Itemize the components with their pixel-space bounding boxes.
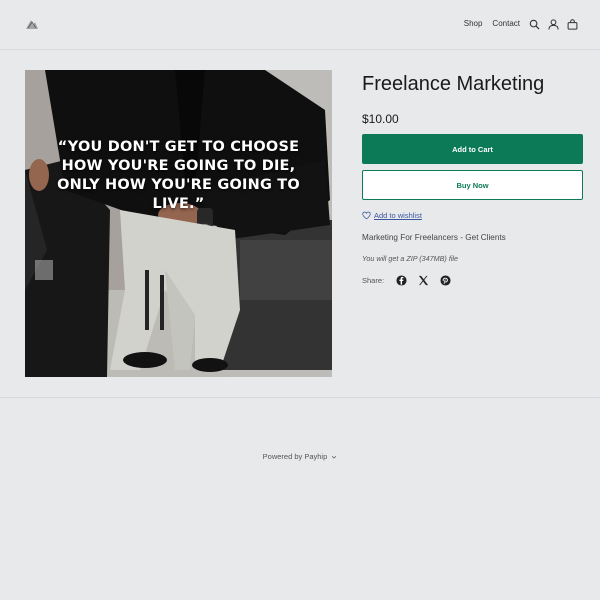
site-header: Shop Contact	[0, 0, 600, 50]
share-label: Share:	[362, 276, 385, 285]
account-icon[interactable]	[548, 17, 559, 30]
add-to-wishlist-link[interactable]: Add to wishlist	[362, 211, 584, 220]
add-to-cart-button[interactable]: Add to Cart	[362, 134, 583, 164]
product-description: Marketing For Freelancers - Get Clients	[362, 233, 506, 242]
product-title: Freelance Marketing	[362, 73, 545, 95]
bag-icon[interactable]	[567, 17, 578, 30]
buy-now-button[interactable]: Buy Now	[362, 170, 583, 200]
brand-logo-icon[interactable]	[24, 16, 40, 32]
product-image-quote: “YOU DON'T GET TO CHOOSE HOW YOU'RE GOIN…	[57, 139, 300, 212]
product-image[interactable]: “YOU DON'T GET TO CHOOSE HOW YOU'RE GOIN…	[25, 70, 332, 377]
product-price: $10.00	[362, 112, 399, 126]
product-details: Freelance Marketing $10.00 Add to Cart B…	[362, 70, 584, 286]
product-photo	[25, 70, 332, 377]
heart-icon	[362, 211, 371, 220]
file-note: You will get a ZIP (347MB) file	[362, 254, 459, 263]
chevron-down-icon[interactable]	[331, 454, 337, 460]
wishlist-label: Add to wishlist	[374, 211, 422, 220]
x-icon[interactable]	[418, 275, 429, 286]
share-row: Share:	[362, 275, 584, 286]
footer-powered-by: Powered by Payhip	[0, 452, 600, 461]
main-nav: Shop Contact	[464, 19, 520, 28]
nav-contact-link[interactable]: Contact	[492, 19, 520, 28]
facebook-icon[interactable]	[396, 275, 407, 286]
powered-by-link[interactable]: Powered by Payhip	[263, 452, 328, 461]
header-icons	[529, 17, 578, 30]
search-icon[interactable]	[529, 17, 540, 30]
nav-shop-link[interactable]: Shop	[464, 19, 483, 28]
section-divider	[0, 397, 600, 398]
pinterest-icon[interactable]	[440, 275, 451, 286]
